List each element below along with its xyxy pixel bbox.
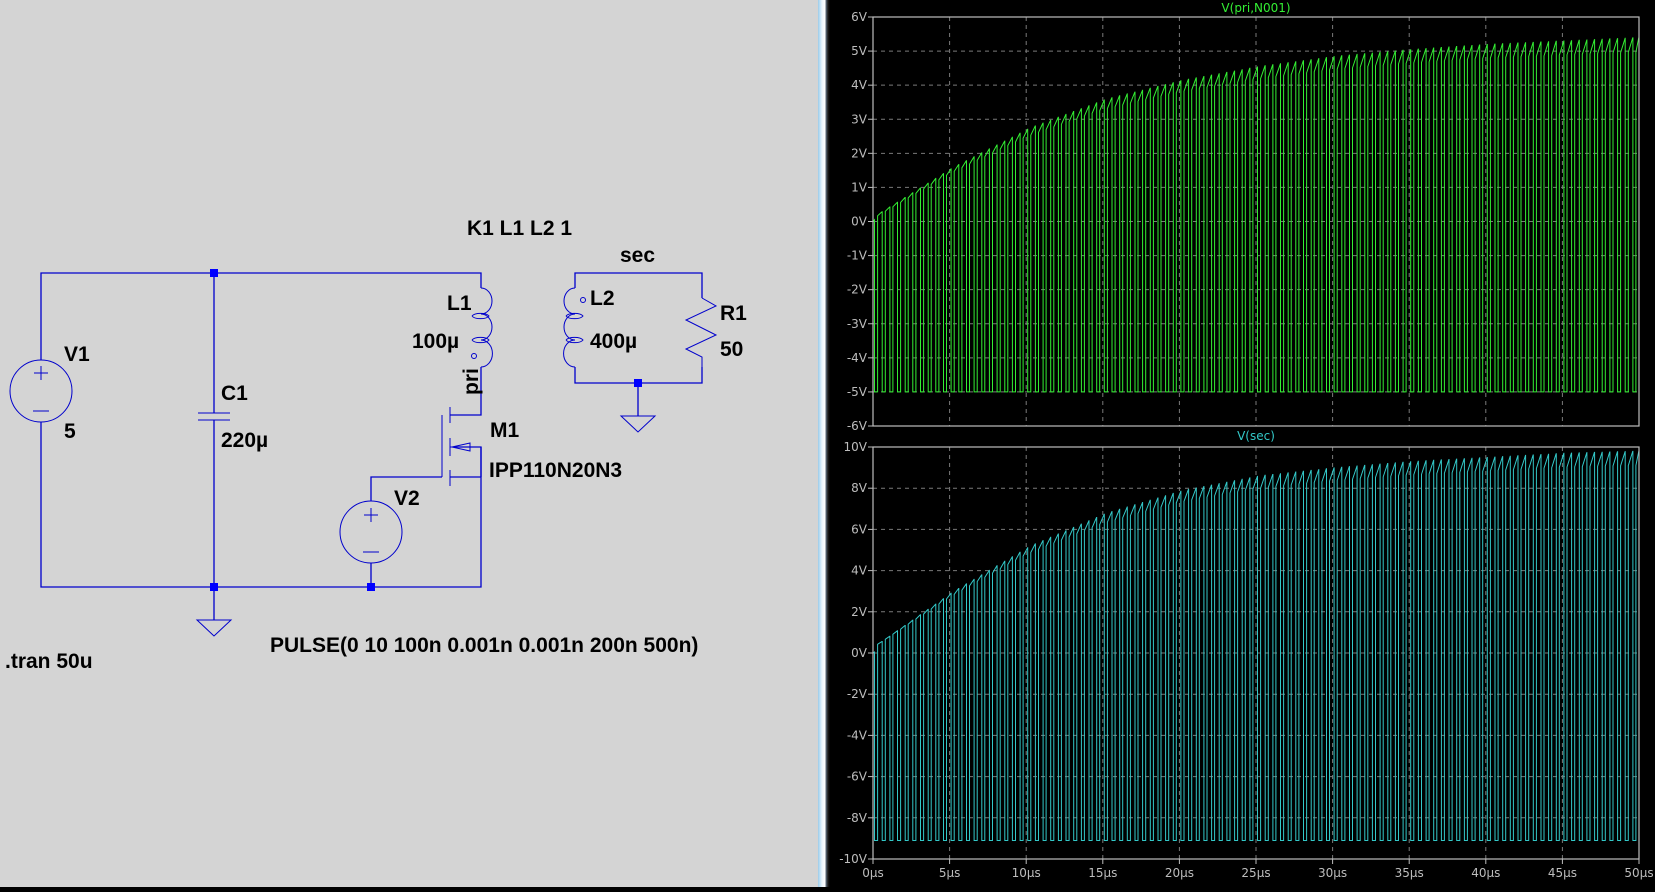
y-tick-label: -4V (847, 351, 868, 365)
y-tick-label: 0V (851, 215, 868, 229)
y-tick-label: 6V (851, 522, 868, 536)
junction-node (210, 583, 218, 591)
y-tick-label: 5V (851, 44, 868, 58)
inductor-l2[interactable] (563, 287, 586, 368)
x-tick-label: 50µs (1624, 866, 1653, 880)
plot-pane-0: 6V 5V 4V 3V 2V 1V 0V -1V -2V -3V -4V -5V -6V V(pri,N0… (847, 1, 1640, 433)
voltage-source-v1[interactable] (9, 359, 73, 423)
y-tick-label: 4V (851, 78, 868, 92)
y-tick-label: -5V (847, 385, 868, 399)
y-tick-label: 1V (851, 180, 868, 194)
x-tick-label: 0µs (862, 866, 884, 880)
y-tick-label: -8V (847, 811, 868, 825)
y-tick-label: 4V (851, 564, 868, 578)
junction-node (367, 583, 375, 591)
y-tick-label: 10V (844, 440, 868, 454)
y-tick-label: 0V (851, 646, 868, 660)
y-tick-label: -1V (847, 249, 868, 263)
schematic-editor[interactable]: K1 L1 L2 1 sec pri L1 100µ L2 400µ R1 50… (0, 0, 818, 887)
y-tick-label: -6V (847, 770, 868, 784)
c1-name[interactable]: C1 (221, 382, 248, 405)
r1-name[interactable]: R1 (720, 302, 747, 325)
plot-pane-1: 10V 8V 6V 4V 2V 0V -2V -4V -6V -8V -10V V(sec) 0µs 5µ… (839, 429, 1653, 880)
y-tick-label: 2V (851, 605, 868, 619)
m1-name[interactable]: M1 (490, 419, 519, 442)
inductor-l1[interactable] (471, 287, 493, 368)
x-tick-label: 15µs (1088, 866, 1117, 880)
schematic-canvas[interactable]: K1 L1 L2 1 sec pri L1 100µ L2 400µ R1 50… (0, 0, 818, 887)
y-tick-label: -6V (847, 419, 868, 433)
ground-icon (195, 619, 233, 637)
x-tick-label: 10µs (1012, 866, 1041, 880)
c1-value[interactable]: 220µ (221, 429, 268, 452)
x-tick-label: 35µs (1395, 866, 1424, 880)
resistor-r1[interactable] (684, 297, 718, 367)
y-tick-label: 8V (851, 481, 868, 495)
junction-node (634, 379, 642, 387)
y-tick-label: 6V (851, 10, 868, 24)
pane-splitter[interactable] (818, 0, 830, 887)
x-tick-label: 45µs (1548, 866, 1577, 880)
l2-value[interactable]: 400µ (590, 330, 637, 353)
waveform-viewer[interactable]: 6V 5V 4V 3V 2V 1V 0V -1V -2V -3V -4V -5V -6V V(pri,N0… (830, 0, 1655, 887)
x-tick-label: 5µs (939, 866, 961, 880)
x-tick-label: 40µs (1471, 866, 1500, 880)
coupling-directive[interactable]: K1 L1 L2 1 (467, 217, 572, 240)
waveform-canvas[interactable]: 6V 5V 4V 3V 2V 1V 0V -1V -2V -3V -4V -5V -6V V(pri,N0… (830, 0, 1655, 887)
x-tick-label: 20µs (1165, 866, 1194, 880)
capacitor-c1[interactable] (198, 412, 230, 421)
v2-value[interactable]: PULSE(0 10 100n 0.001n 0.001n 200n 500n) (270, 634, 698, 657)
l2-name[interactable]: L2 (590, 287, 615, 310)
net-label-pri[interactable]: pri (460, 368, 483, 395)
v2-name[interactable]: V2 (394, 487, 420, 510)
trace-title[interactable]: V(sec) (1237, 429, 1275, 443)
y-tick-label: -2V (847, 687, 868, 701)
x-tick-label: 30µs (1318, 866, 1347, 880)
v1-value[interactable]: 5 (64, 420, 76, 443)
m1-model[interactable]: IPP110N20N3 (489, 459, 622, 482)
v1-name[interactable]: V1 (64, 343, 90, 366)
ground-icon (619, 415, 657, 433)
junction-node (210, 269, 218, 277)
tran-directive[interactable]: .tran 50u (5, 650, 93, 673)
trace-1 (872, 450, 1640, 841)
y-tick-label: -10V (839, 852, 868, 866)
y-tick-label: 3V (851, 112, 868, 126)
y-tick-label: -4V (847, 728, 868, 742)
l1-name[interactable]: L1 (447, 292, 472, 315)
trace-title[interactable]: V(pri,N001) (1221, 1, 1290, 15)
l1-value[interactable]: 100µ (412, 330, 459, 353)
y-tick-label: -3V (847, 317, 868, 331)
y-tick-label: -2V (847, 283, 868, 297)
x-tick-label: 25µs (1241, 866, 1270, 880)
net-label-sec[interactable]: sec (620, 244, 655, 267)
r1-value[interactable]: 50 (720, 338, 743, 361)
y-tick-label: 2V (851, 146, 868, 160)
voltage-source-v2[interactable] (339, 500, 403, 564)
